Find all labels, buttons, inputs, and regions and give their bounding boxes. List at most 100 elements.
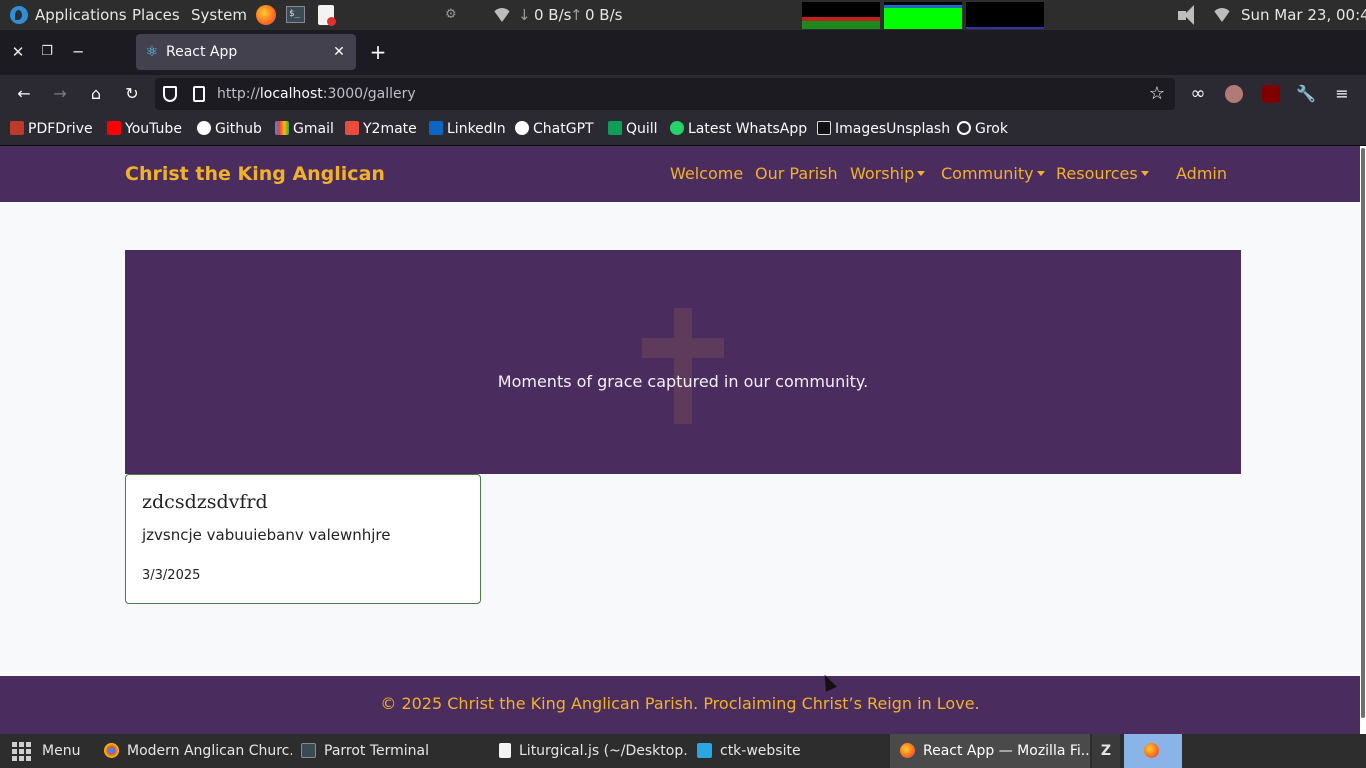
gallery-card[interactable]: zdcsdzsdvfrd jzvsncje vabuuiebanv valewn… bbox=[125, 474, 481, 604]
bookmark-github[interactable]: Github bbox=[197, 113, 262, 145]
forward-arrow-icon[interactable]: → bbox=[48, 82, 72, 106]
browser-tab-bar: ✕ ❐ ─ ⚛ React App ✕ + bbox=[0, 30, 1366, 75]
nav-label: Resources bbox=[1056, 164, 1138, 183]
whatsapp-icon bbox=[670, 121, 684, 135]
scrollbar-thumb[interactable] bbox=[1361, 148, 1365, 718]
bookmark-label: ImagesUnsplash bbox=[835, 121, 951, 137]
github-icon bbox=[197, 121, 211, 135]
net-up-speed: 0 B/s bbox=[585, 6, 623, 24]
site-brand[interactable]: Christ the King Anglican bbox=[125, 146, 385, 202]
bookmark-label: Quill bbox=[626, 121, 658, 137]
bookmark-label: YouTube bbox=[125, 121, 182, 137]
linkedin-icon bbox=[429, 121, 443, 135]
nav-worship[interactable]: Worship bbox=[850, 146, 926, 202]
task-terminal[interactable]: Parrot Terminal bbox=[301, 734, 481, 768]
system-top-panel: Applications Places System $_ ⚙ ↓ 0 B/s … bbox=[0, 0, 1366, 30]
upload-arrow-icon: ↑ bbox=[570, 6, 583, 24]
nav-community[interactable]: Community bbox=[941, 146, 1045, 202]
gallery-card-date: 3/3/2025 bbox=[142, 568, 201, 583]
system-menu[interactable]: System bbox=[191, 0, 247, 30]
page-info-icon[interactable] bbox=[193, 86, 205, 102]
bookmark-label: LinkedIn bbox=[447, 121, 506, 137]
task-text-editor[interactable]: Liturgical.js (~/Desktop... bbox=[499, 734, 689, 768]
footer-text: © 2025 Christ the King Anglican Parish. … bbox=[380, 694, 980, 713]
bookmark-label: ChatGPT bbox=[533, 121, 594, 137]
url-path: :3000/gallery bbox=[322, 86, 416, 102]
settings-gear-icon[interactable]: ⚙ bbox=[445, 0, 457, 30]
taskbar-menu[interactable]: Menu bbox=[42, 734, 92, 768]
bookmark-youtube[interactable]: YouTube bbox=[107, 113, 182, 145]
url-text[interactable]: http://localhost:3000/gallery bbox=[217, 78, 416, 110]
nav-welcome[interactable]: Welcome bbox=[670, 146, 743, 202]
network-activity-icon bbox=[492, 8, 512, 22]
reload-icon[interactable]: ↻ bbox=[120, 82, 144, 106]
bookmark-latest-whatsapp[interactable]: Latest WhatsApp bbox=[670, 113, 807, 145]
task-label: Modern Anglican Churc... bbox=[127, 743, 292, 759]
tracking-shield-icon[interactable] bbox=[163, 86, 177, 102]
dropdown-caret-icon bbox=[917, 171, 926, 176]
text-editor-launcher-icon[interactable] bbox=[318, 5, 336, 26]
app-grid-icon[interactable] bbox=[12, 742, 32, 762]
bookmark-star-icon[interactable]: ☆ bbox=[1145, 82, 1169, 106]
bookmark-imagesunsplash[interactable]: ImagesUnsplash bbox=[817, 113, 950, 145]
home-icon[interactable]: ⌂ bbox=[84, 82, 108, 106]
bookmark-y2mate[interactable]: Y2mate bbox=[345, 113, 417, 145]
volume-icon[interactable] bbox=[1176, 4, 1206, 26]
task-chrome[interactable]: Modern Anglican Churc... bbox=[104, 734, 292, 768]
nav-admin[interactable]: Admin bbox=[1176, 146, 1227, 202]
applications-menu[interactable]: Applications bbox=[35, 0, 127, 30]
youtube-icon bbox=[107, 121, 121, 135]
window-minimize-icon[interactable]: ─ bbox=[66, 40, 90, 64]
bookmark-grok[interactable]: Grok bbox=[957, 113, 1008, 145]
task-file-manager[interactable]: ctk-website bbox=[697, 734, 847, 768]
profile-avatar-icon[interactable] bbox=[1225, 85, 1243, 103]
workspace-2[interactable] bbox=[1124, 734, 1182, 768]
window-close-icon[interactable]: ✕ bbox=[6, 40, 30, 64]
hamburger-menu-icon[interactable]: ≡ bbox=[1330, 82, 1354, 106]
task-firefox[interactable]: React App — Mozilla Fi... bbox=[890, 734, 1090, 768]
new-tab-icon[interactable]: + bbox=[366, 40, 390, 64]
memory-monitor-graph bbox=[884, 2, 962, 29]
bookmark-linkedin[interactable]: LinkedIn bbox=[429, 113, 506, 145]
pdfdrive-icon bbox=[10, 121, 24, 135]
workspace-1-icon[interactable]: Z bbox=[1092, 734, 1120, 768]
window-restore-icon[interactable]: ❐ bbox=[35, 40, 59, 64]
bookmark-label: Grok bbox=[975, 121, 1008, 137]
url-bar[interactable]: http://localhost:3000/gallery ☆ bbox=[155, 78, 1175, 110]
tab-react-app[interactable]: ⚛ React App ✕ bbox=[136, 34, 356, 70]
gmail-icon bbox=[275, 121, 289, 135]
parrot-logo-icon[interactable] bbox=[10, 6, 28, 24]
nav-our-parish[interactable]: Our Parish bbox=[755, 146, 838, 202]
quill-icon bbox=[608, 121, 622, 135]
places-menu[interactable]: Places bbox=[132, 0, 180, 30]
bookmark-quill[interactable]: Quill bbox=[608, 113, 658, 145]
text-editor-icon bbox=[499, 743, 511, 758]
gallery-card-description: jzvsncje vabuuiebanv valewnhjre bbox=[142, 526, 391, 544]
wrench-icon[interactable]: 🔧 bbox=[1294, 82, 1318, 106]
tab-title: React App bbox=[166, 44, 238, 60]
terminal-launcher-icon[interactable]: $_ bbox=[286, 6, 305, 23]
react-logo-icon: ⚛ bbox=[145, 44, 159, 60]
firefox-workspace-icon bbox=[1144, 743, 1159, 758]
wifi-icon[interactable] bbox=[1212, 8, 1232, 22]
bookmark-pdfdrive[interactable]: PDFDrive bbox=[10, 113, 93, 145]
nav-label: Worship bbox=[850, 164, 915, 183]
site-navbar: Christ the King Anglican Welcome Our Par… bbox=[0, 146, 1360, 202]
gallery-card-title: zdcsdzsdvfrd bbox=[142, 491, 268, 513]
y2mate-icon bbox=[345, 121, 359, 135]
url-host: localhost bbox=[259, 86, 323, 102]
bookmark-gmail[interactable]: Gmail bbox=[275, 113, 334, 145]
bookmark-chatgpt[interactable]: ChatGPT bbox=[515, 113, 594, 145]
bookmarks-bar: PDFDrive YouTube Github Gmail Y2mate Lin… bbox=[0, 113, 1366, 146]
nav-resources[interactable]: Resources bbox=[1056, 146, 1149, 202]
page-scrollbar[interactable] bbox=[1360, 146, 1366, 734]
grok-icon bbox=[957, 121, 971, 135]
bookmark-label: PDFDrive bbox=[28, 121, 93, 137]
private-mask-icon[interactable]: ∞ bbox=[1186, 82, 1210, 106]
bookmark-label: Latest WhatsApp bbox=[688, 121, 808, 137]
tab-close-icon[interactable]: ✕ bbox=[330, 43, 348, 61]
back-arrow-icon[interactable]: ← bbox=[12, 82, 36, 106]
firefox-launcher-icon[interactable] bbox=[256, 5, 276, 25]
ublock-icon[interactable] bbox=[1262, 85, 1280, 103]
clock[interactable]: Sun Mar 23, 00:40 bbox=[1241, 0, 1366, 30]
